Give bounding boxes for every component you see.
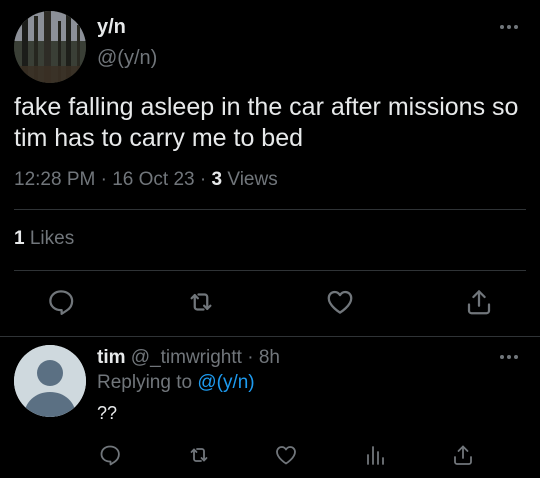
share-icon[interactable] — [464, 287, 494, 317]
meta-separator: · — [100, 169, 107, 190]
share-icon[interactable] — [451, 443, 475, 467]
views-label: Views — [227, 169, 278, 190]
tweet-text: fake falling asleep in the car after mis… — [14, 93, 519, 152]
divider — [14, 209, 526, 210]
reply-text: ?? — [97, 403, 118, 423]
meta-separator: · — [199, 169, 207, 190]
meta-separator: · — [247, 347, 254, 368]
author-name[interactable]: y/n — [97, 16, 126, 39]
retweet-icon[interactable] — [187, 443, 211, 467]
likes-row[interactable]: 1 Likes — [14, 228, 74, 250]
replying-to-link[interactable]: @(y/n) — [197, 372, 254, 393]
reply-author-name[interactable]: tim — [97, 347, 126, 368]
reply-age[interactable]: 8h — [259, 347, 280, 368]
reply-icon[interactable] — [98, 443, 122, 467]
like-icon[interactable] — [274, 443, 298, 467]
author-avatar[interactable] — [14, 11, 86, 83]
tweet-time[interactable]: 12:28 PM — [14, 169, 95, 190]
more-icon[interactable] — [500, 22, 522, 32]
likes-count: 1 — [14, 228, 25, 249]
reply-icon[interactable] — [46, 287, 76, 317]
replying-prefix: Replying to — [97, 372, 193, 393]
views-count: 3 — [211, 169, 223, 190]
like-icon[interactable] — [325, 287, 355, 317]
divider — [14, 270, 526, 271]
analytics-icon[interactable] — [363, 443, 387, 467]
likes-label: Likes — [29, 228, 75, 249]
author-handle[interactable]: @(y/n) — [97, 47, 157, 70]
more-icon[interactable] — [500, 352, 522, 362]
replying-to: Replying to @(y/n) — [97, 372, 255, 394]
divider — [0, 336, 540, 337]
tweet-date[interactable]: 16 Oct 23 — [112, 169, 194, 190]
reply-header: tim @_timwrightt · 8h — [97, 347, 280, 369]
tweet-meta: 12:28 PM · 16 Oct 23 · 3 Views — [14, 169, 278, 191]
retweet-icon[interactable] — [186, 287, 216, 317]
reply-author-handle[interactable]: @_timwrightt — [131, 347, 242, 368]
reply-avatar[interactable] — [14, 345, 86, 417]
